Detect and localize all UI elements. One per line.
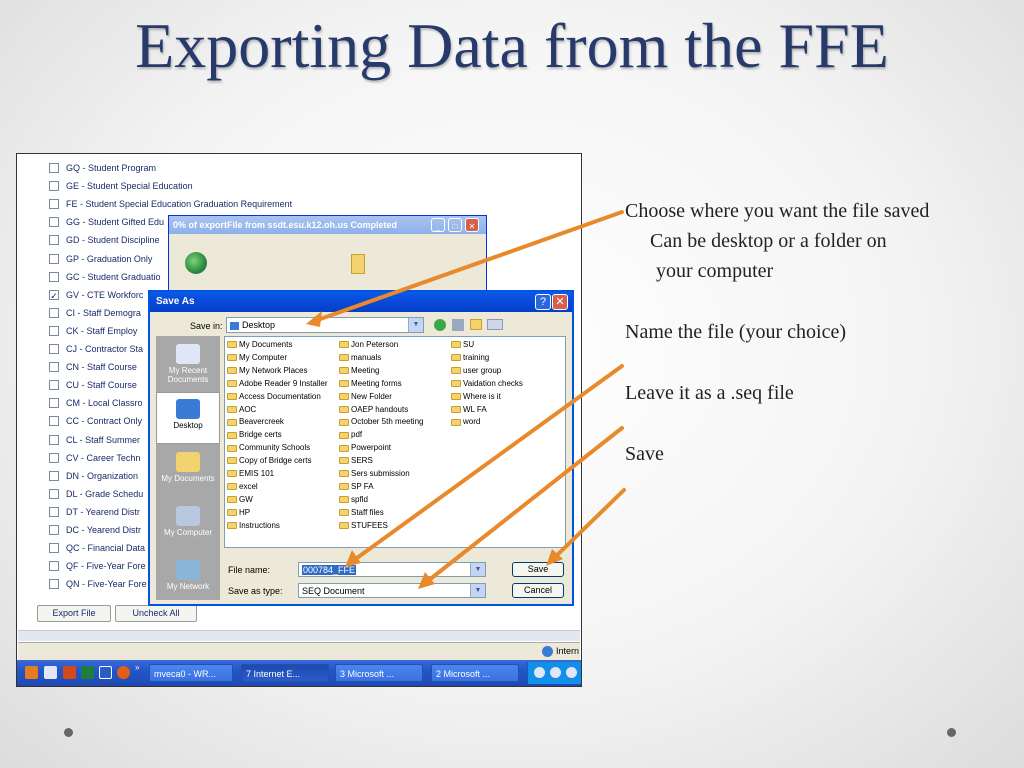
annotation-arrows xyxy=(306,210,626,589)
arrow-to-save-type xyxy=(422,426,624,586)
slide-dot xyxy=(947,728,956,737)
arrowhead xyxy=(306,311,322,327)
slide-dot xyxy=(64,728,73,737)
arrowhead xyxy=(418,572,435,589)
arrow-to-save-button xyxy=(549,488,626,563)
arrow-to-save-in xyxy=(310,210,624,324)
